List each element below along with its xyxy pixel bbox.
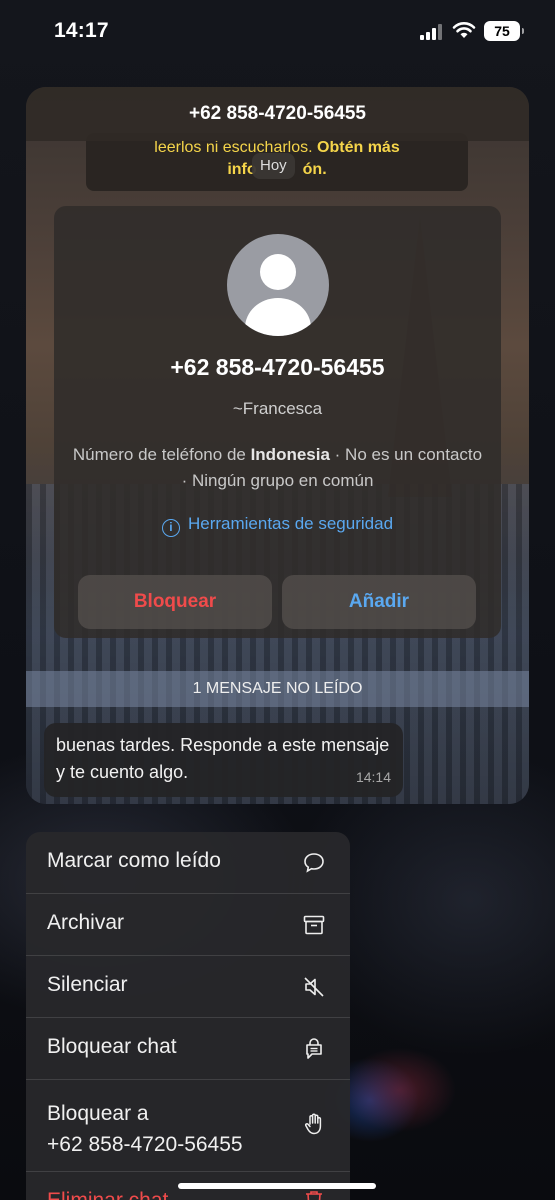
wifi-icon: [452, 22, 476, 38]
security-tools-link[interactable]: i Herramientas de seguridad: [54, 514, 501, 537]
add-contact-button[interactable]: Añadir: [282, 575, 476, 629]
block-button[interactable]: Bloquear: [78, 575, 272, 629]
unread-banner: 1 MENSAJE NO LEÍDO: [26, 671, 529, 707]
learn-more-link[interactable]: Obtén más: [317, 139, 400, 156]
menu-item-mark-read[interactable]: Marcar como leído: [26, 832, 350, 894]
menu-item-lock-chat[interactable]: Bloquear chat: [26, 1018, 350, 1080]
status-time: 14:17: [54, 19, 109, 42]
raised-hand-icon: [305, 1113, 322, 1135]
avatar: [227, 234, 329, 336]
message-time: 14:14: [355, 769, 391, 785]
contact-push-name: ~Francesca: [232, 399, 323, 418]
contact-phone-number: +62 858-4720-56455: [170, 354, 385, 380]
message-text: buenas tardes. Responde a este mensaje y…: [56, 735, 390, 782]
chat-header-title: +62 858-4720-56455: [26, 87, 529, 141]
menu-item-archive[interactable]: Archivar: [26, 894, 350, 956]
chat-bubble-icon: [304, 853, 324, 873]
menu-item-block-contact[interactable]: Bloquear a +62 858-4720-56455: [26, 1080, 350, 1172]
home-indicator[interactable]: [178, 1183, 376, 1189]
status-bar: 14:17 75: [0, 0, 555, 64]
battery-indicator: 75: [484, 21, 524, 41]
message-bubble[interactable]: buenas tardes. Responde a este mensaje y…: [44, 723, 403, 797]
trash-icon: [306, 1191, 322, 1200]
menu-item-mute[interactable]: Silenciar: [26, 956, 350, 1018]
speaker-muted-icon: [304, 977, 324, 997]
locked-chat-icon: [306, 1038, 322, 1059]
info-icon: i: [161, 519, 180, 537]
contact-card: +62 858-4720-56455 ~Francesca Número de …: [54, 206, 501, 638]
date-label: Hoy: [252, 153, 295, 179]
cellular-signal-icon: [420, 24, 442, 40]
contact-info: Número de teléfono de Indonesia · No es …: [72, 445, 483, 490]
archive-box-icon: [303, 915, 325, 935]
chat-preview[interactable]: leerlos ni escucharlos. Obtén más info ón…: [26, 87, 529, 804]
context-menu: Marcar como leído Archivar Silenciar Blo…: [26, 832, 350, 1200]
